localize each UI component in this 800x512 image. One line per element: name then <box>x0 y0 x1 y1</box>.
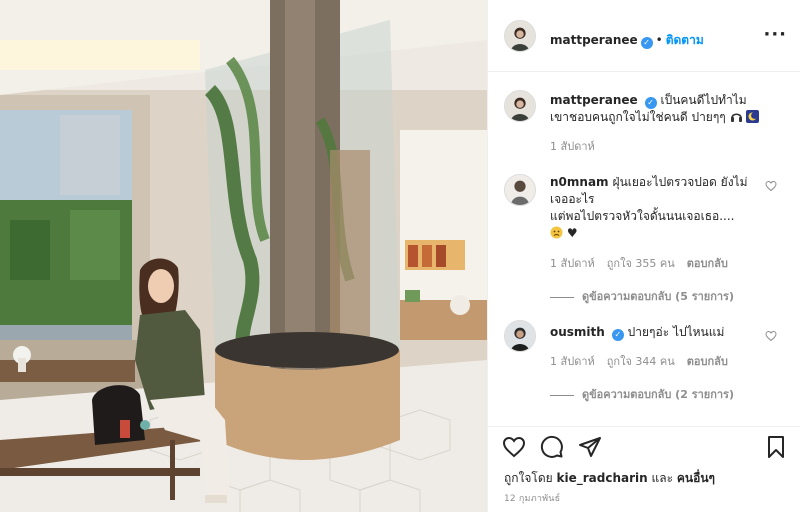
heart-icon[interactable] <box>502 435 526 459</box>
avatar-image <box>505 91 535 121</box>
author-avatar[interactable] <box>504 20 536 52</box>
view-replies-label: ดูข้อความตอบกลับ (2 รายการ) <box>582 388 734 401</box>
comment-text: n0mnam ฝุ่นเยอะไปตรวจปอด ยังไม่เจออะไร แต… <box>550 174 765 242</box>
view-replies-label: ดูข้อความตอบกลับ (5 รายการ) <box>582 290 734 303</box>
comments-list[interactable]: mattperanee ✓ เป็นคนดีไปทำไม เขาชอบคนถูกใ… <box>488 72 800 426</box>
comment-username[interactable]: ousmith <box>550 325 605 339</box>
headphones-emoji-icon <box>730 113 742 122</box>
follow-button[interactable]: ติดตาม <box>666 33 704 47</box>
avatar-image <box>505 175 535 205</box>
avatar-image <box>505 321 535 351</box>
black-heart-emoji-icon: ♥ <box>566 226 578 240</box>
comment-meta: 1 สัปดาห์ ถูกใจ 355 คน ตอบกลับ <box>550 254 740 272</box>
view-replies-button[interactable]: ดูข้อความตอบกลับ (5 รายการ) <box>550 287 734 305</box>
post-actions-bar <box>488 426 800 466</box>
replies-divider-line <box>550 296 574 298</box>
comment-time[interactable]: 1 สัปดาห์ <box>550 355 595 368</box>
comment-body-line1: ปายๆอ่ะ ไปไหนแม่ <box>627 325 725 339</box>
avatar-image <box>505 21 535 51</box>
comment-time[interactable]: 1 สัปดาห์ <box>550 257 595 270</box>
reply-button[interactable]: ตอบกลับ <box>687 355 728 368</box>
caption-time[interactable]: 1 สัปดาห์ <box>550 140 595 153</box>
liked-by-user[interactable]: kie_radcharin <box>557 471 648 485</box>
header-user: mattperanee ✓ • ติดตาม <box>550 29 704 50</box>
comment-likes[interactable]: ถูกใจ 355 คน <box>607 257 675 270</box>
caption-meta: 1 สัปดาห์ <box>550 137 607 155</box>
comment-meta: 1 สัปดาห์ ถูกใจ 344 คน ตอบกลับ <box>550 352 740 370</box>
liked-by-line: ถูกใจโดย kie_radcharin และ คนอื่นๆ <box>504 469 715 488</box>
caption-text: mattperanee ✓ เป็นคนดีไปทำไม เขาชอบคนถูกใ… <box>550 92 765 126</box>
more-options-icon[interactable]: ··· <box>763 24 787 45</box>
like-comment-heart-icon[interactable] <box>765 180 777 192</box>
comment-avatar[interactable] <box>504 320 536 352</box>
caption-username[interactable]: mattperanee <box>550 93 638 107</box>
liked-by-prefix: ถูกใจโดย <box>504 471 553 485</box>
bookmark-icon[interactable] <box>764 435 788 459</box>
post-side-panel: mattperanee ✓ • ติดตาม ··· mattperanee ✓ เป็… <box>487 0 800 512</box>
comment-icon[interactable] <box>540 435 564 459</box>
moon-emoji-icon <box>746 110 760 123</box>
verified-badge-icon: ✓ <box>644 97 657 109</box>
post-photo[interactable] <box>0 0 487 512</box>
view-replies-button[interactable]: ดูข้อความตอบกลับ (2 รายการ) <box>550 385 734 403</box>
comment-text: ousmith ✓ ปายๆอ่ะ ไปไหนแม่ <box>550 324 765 341</box>
like-comment-heart-icon[interactable] <box>765 330 777 342</box>
send-icon[interactable] <box>578 435 602 459</box>
comment-likes[interactable]: ถูกใจ 344 คน <box>607 355 675 368</box>
comment-username[interactable]: n0mnam <box>550 175 609 189</box>
caption-avatar[interactable] <box>504 90 536 122</box>
comment-body-line2: แต่พอไปตรวจหัวใจดั้นนนเจอเธอ.... <box>550 209 735 223</box>
verified-badge-icon: ✓ <box>611 329 624 341</box>
liked-by-and: และ <box>651 471 674 485</box>
separator-dot: • <box>655 33 663 47</box>
liked-by-others[interactable]: คนอื่นๆ <box>677 471 715 485</box>
verified-badge-icon: ✓ <box>640 37 653 49</box>
post-date[interactable]: 12 กุมภาพันธ์ <box>504 491 560 505</box>
sad-face-emoji-icon <box>550 226 563 239</box>
reply-button[interactable]: ตอบกลับ <box>687 257 728 270</box>
header-username[interactable]: mattperanee <box>550 33 638 47</box>
photo-scene <box>0 0 487 512</box>
post-header: mattperanee ✓ • ติดตาม ··· <box>488 0 800 72</box>
comment-avatar[interactable] <box>504 174 536 206</box>
replies-divider-line <box>550 394 574 396</box>
